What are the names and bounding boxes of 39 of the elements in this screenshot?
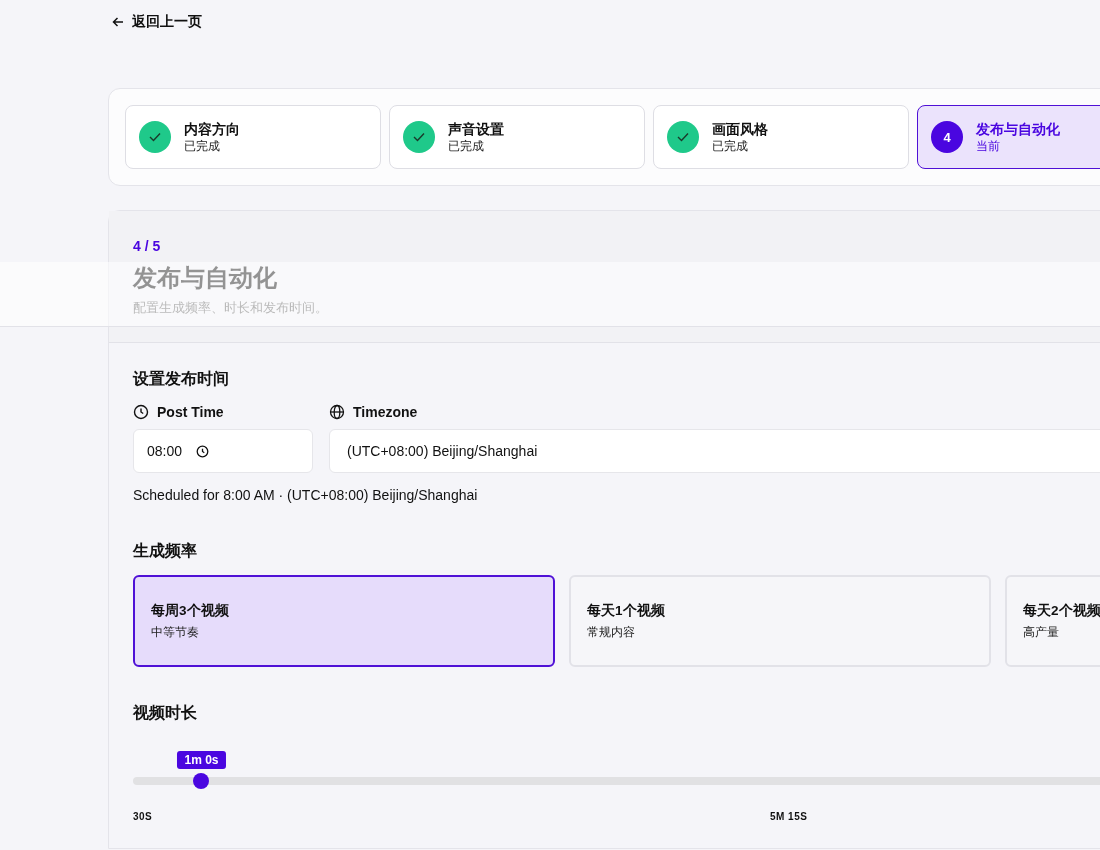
value-tooltip: 1m 0s [177, 751, 226, 769]
schedule-summary: Scheduled for 8:00 AM · (UTC+08:00) Beijing/Shanghai [133, 487, 478, 503]
back-link[interactable]: 返回上一页 [112, 13, 202, 31]
step-status: 已完成 [184, 138, 221, 154]
check-icon [677, 132, 689, 142]
page-title: 发布与自动化 [133, 263, 277, 293]
step-title: 声音设置 [448, 120, 504, 138]
check-icon [149, 132, 161, 142]
step-status: 已完成 [448, 138, 485, 154]
slider-thumb[interactable] [193, 773, 210, 789]
step-title: 内容方向 [184, 120, 240, 138]
step-title: 发布与自动化 [976, 120, 1060, 138]
page-subtitle: 配置生成频率、时长和发布时间。 [133, 299, 328, 317]
back-arrow-icon [112, 16, 124, 28]
step-status: 当前 [976, 138, 1001, 154]
tick-label: 30S [133, 811, 153, 822]
step-item[interactable]: 内容方向 已完成 [125, 105, 381, 169]
step-title: 画面风格 [712, 120, 768, 138]
section-heading: 设置发布时间 [133, 369, 230, 389]
time-input[interactable]: 08:00 [133, 429, 313, 473]
step-number: 4 [931, 121, 963, 153]
step-status: 已完成 [712, 138, 749, 154]
clock-icon [133, 404, 149, 420]
timezone-select[interactable]: (UTC+08:00) Beijing/Shanghai [329, 429, 1100, 473]
step-item[interactable]: 4 发布与自动化 当前 [917, 105, 1100, 169]
frequency-option[interactable]: 每周3个视频 中等节奏 [133, 575, 555, 667]
step-item[interactable]: 声音设置 已完成 [389, 105, 645, 169]
check-icon [413, 132, 425, 142]
section-heading: 视频时长 [133, 703, 198, 723]
step-counter: 4 / 5 [133, 237, 161, 255]
frequency-option[interactable]: 每天1个视频 常规内容 [569, 575, 991, 667]
clock-icon [196, 444, 210, 458]
frequency-option[interactable]: 每天2个视频 高产量 [1005, 575, 1100, 667]
field-label: Post Time [157, 404, 224, 420]
section-heading: 生成频率 [133, 541, 198, 561]
step-item[interactable]: 画面风格 已完成 [653, 105, 909, 169]
field-label: Timezone [353, 404, 418, 420]
globe-icon [329, 404, 345, 420]
tick-label: 5M 15S [769, 811, 808, 822]
